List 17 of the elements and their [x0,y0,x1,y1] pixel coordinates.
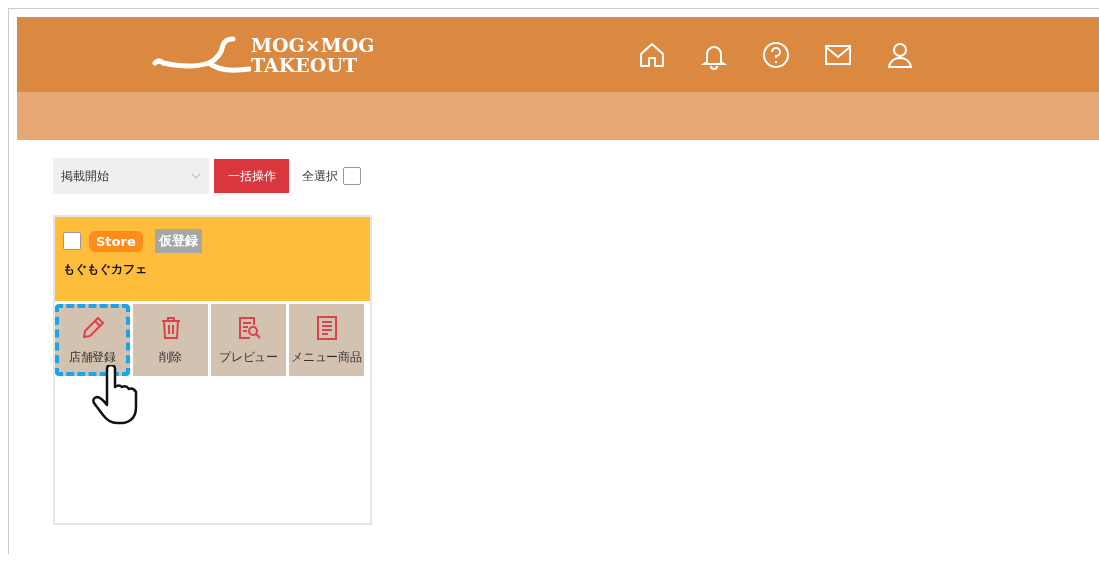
logo-text: MOG×MOG [251,34,375,55]
logo-icon [151,34,251,75]
chevron-down-icon [191,173,201,179]
select-all-checkbox[interactable] [343,167,361,185]
store-name: もぐもぐカフェ [63,261,148,278]
select-all-label: 全選択 [302,167,338,185]
action-tile[interactable]: プレビュー [211,304,286,376]
action-tile[interactable]: メニュー商品 [289,304,364,376]
help-icon[interactable] [761,39,791,70]
action-tile[interactable]: 店舗登録 [55,304,130,376]
status-tag: 仮登録 [154,229,202,253]
action-tile[interactable]: 削除 [133,304,208,376]
store-badge: Store [89,230,143,252]
store-checkbox[interactable] [63,232,81,250]
logo-text: TAKEOUT [251,54,359,75]
status-select[interactable]: 掲載開始 [53,158,209,194]
bulk-action-button[interactable]: 一括操作 [214,159,289,193]
